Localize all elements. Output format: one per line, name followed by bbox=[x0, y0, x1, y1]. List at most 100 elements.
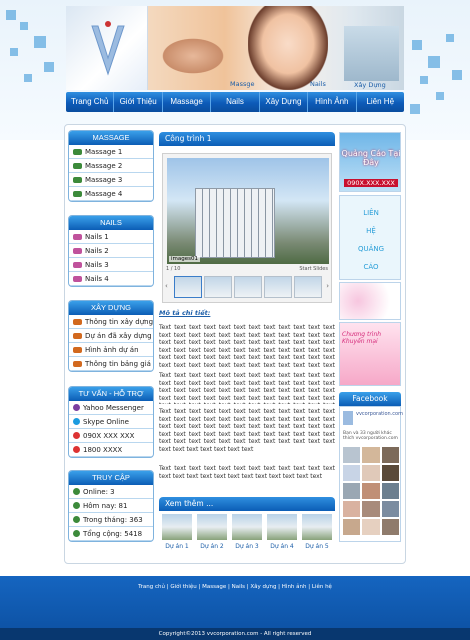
xay-dung-box: XÂY DỰNG Thông tin xây dựng Dự án đã xây… bbox=[68, 300, 154, 372]
detail-label: Mô tả chi tiết: bbox=[159, 309, 211, 317]
header-banner: Massge Nails Xây Dựng bbox=[148, 6, 404, 90]
project-image[interactable] bbox=[302, 514, 332, 540]
sidebar-item-thong-tin-bang-gia[interactable]: Thông tin bảng giá bbox=[69, 357, 153, 371]
sidebar-item-hinh-anh-du-an[interactable]: Hình ảnh dự án bbox=[69, 343, 153, 357]
fb-page-name[interactable]: vvcorporation.com bbox=[356, 411, 403, 417]
sidebar-item-nails-2[interactable]: Nails 2 bbox=[69, 244, 153, 258]
building-photo bbox=[195, 188, 275, 258]
thumbnail[interactable] bbox=[234, 276, 262, 298]
yahoo-icon bbox=[73, 404, 80, 411]
sidebar-item-massage-3[interactable]: Massage 3 bbox=[69, 173, 153, 187]
project-card[interactable]: Dự án 3 bbox=[231, 514, 263, 550]
sidebar-item-nails-3[interactable]: Nails 3 bbox=[69, 258, 153, 272]
nails-title: NAILS bbox=[69, 216, 153, 230]
avatar[interactable] bbox=[381, 501, 399, 517]
thumbnail-strip bbox=[167, 276, 329, 298]
sidebar-item-du-an-da-xay-dung[interactable]: Dự án đã xây dựng bbox=[69, 329, 153, 343]
nav-trang-chu[interactable]: Trang Chủ bbox=[66, 92, 115, 112]
description-paragraph: Text text text text text text text text … bbox=[159, 465, 335, 480]
avatar[interactable] bbox=[362, 519, 380, 535]
massage-title: MASSAGE bbox=[69, 131, 153, 145]
fb-likes-text: Bạn và 33 người khác thích vvcorporation… bbox=[343, 431, 398, 441]
caption-xay-dung: Xây Dựng bbox=[354, 81, 386, 89]
description-paragraph: Text text text text text text text text … bbox=[159, 324, 335, 370]
gallery-main-image[interactable]: images01 bbox=[167, 158, 329, 264]
ad-flowers[interactable] bbox=[339, 282, 401, 320]
ad1-title: Quảng Cáo Tại Đây bbox=[341, 149, 401, 167]
project-image[interactable] bbox=[197, 514, 227, 540]
image-gallery[interactable]: images01 1 / 10 Start Slides ‹ › bbox=[162, 153, 332, 303]
more-projects-title: Xem thêm ... bbox=[159, 497, 335, 511]
project-card[interactable]: Dự án 4 bbox=[266, 514, 298, 550]
yahoo-messenger-link[interactable]: Yahoo Messenger bbox=[69, 401, 153, 415]
project-card[interactable]: Dự án 2 bbox=[196, 514, 228, 550]
avatar[interactable] bbox=[381, 483, 399, 499]
project-image[interactable] bbox=[232, 514, 262, 540]
avatar[interactable] bbox=[362, 501, 380, 517]
ad-banner-2[interactable]: LIÊN HỆ QUẢNG CÁO bbox=[339, 195, 401, 280]
start-slides-button[interactable]: Start Slides bbox=[299, 266, 328, 272]
sidebar-item-massage-1[interactable]: Massage 1 bbox=[69, 145, 153, 159]
hotline-mobile[interactable]: 090X XXX XXX bbox=[69, 429, 153, 443]
construction-icon bbox=[73, 346, 82, 353]
project-card[interactable]: Dự án 5 bbox=[301, 514, 333, 550]
avatar[interactable] bbox=[362, 465, 380, 481]
nav-massage[interactable]: Massage bbox=[163, 92, 212, 112]
avatar[interactable] bbox=[343, 501, 361, 517]
users-icon bbox=[73, 530, 80, 537]
construction-icon bbox=[73, 360, 82, 367]
nav-nails[interactable]: Nails bbox=[211, 92, 260, 112]
massage-box: MASSAGE Massage 1 Massage 2 Massage 3 Ma… bbox=[68, 130, 154, 202]
ad2-line: LIÊN bbox=[363, 209, 379, 217]
ad-banner-1[interactable]: Quảng Cáo Tại Đây 090X.XXX.XXX bbox=[339, 132, 401, 192]
sidebar-item-massage-4[interactable]: Massage 4 bbox=[69, 187, 153, 201]
hotline-landline[interactable]: 1800 XXXX bbox=[69, 443, 153, 457]
avatar[interactable] bbox=[343, 483, 361, 499]
nav-xay-dung[interactable]: Xây Dựng bbox=[260, 92, 309, 112]
nail-polish-icon bbox=[73, 275, 82, 282]
thumbnail[interactable] bbox=[294, 276, 322, 298]
thumb-next-icon[interactable]: › bbox=[326, 282, 329, 290]
stats-title: TRUY CẬP bbox=[69, 471, 153, 485]
description-paragraph: Text text text text text text text text … bbox=[159, 408, 335, 453]
description-paragraph: Text text text text text text text text … bbox=[159, 372, 335, 404]
nav-gioi-thieu[interactable]: Giới Thiệu bbox=[114, 92, 163, 112]
nail-polish-icon bbox=[73, 247, 82, 254]
avatar[interactable] bbox=[362, 483, 380, 499]
sidebar-item-thong-tin-xay-dung[interactable]: Thông tin xây dựng bbox=[69, 315, 153, 329]
user-online-icon bbox=[73, 488, 80, 495]
nav-lien-he[interactable]: Liên Hệ bbox=[357, 92, 404, 112]
avatar[interactable] bbox=[343, 519, 361, 535]
phone-icon bbox=[73, 446, 80, 453]
avatar[interactable] bbox=[381, 447, 399, 463]
stat-month: Trong tháng: 363 bbox=[69, 513, 153, 527]
phone-icon bbox=[73, 432, 80, 439]
project-image[interactable] bbox=[267, 514, 297, 540]
sidebar-item-massage-2[interactable]: Massage 2 bbox=[69, 159, 153, 173]
avatar[interactable] bbox=[343, 447, 361, 463]
main-nav: Trang Chủ Giới Thiệu Massage Nails Xây D… bbox=[66, 92, 404, 112]
nav-hinh-anh[interactable]: Hình Ảnh bbox=[308, 92, 357, 112]
stat-online: Online: 3 bbox=[69, 485, 153, 499]
sidebar-item-nails-4[interactable]: Nails 4 bbox=[69, 272, 153, 286]
thumbnail[interactable] bbox=[174, 276, 202, 298]
construction-photo bbox=[344, 26, 399, 81]
site-header: Massge Nails Xây Dựng bbox=[66, 6, 404, 90]
thumbnail[interactable] bbox=[204, 276, 232, 298]
sidebar-item-nails-1[interactable]: Nails 1 bbox=[69, 230, 153, 244]
avatar[interactable] bbox=[381, 465, 399, 481]
project-image[interactable] bbox=[162, 514, 192, 540]
support-title: TƯ VẤN - HỖ TRỢ bbox=[69, 387, 153, 401]
project-card[interactable]: Dự án 1 bbox=[161, 514, 193, 550]
avatar[interactable] bbox=[381, 519, 399, 535]
thumbnail[interactable] bbox=[264, 276, 292, 298]
copyright: Copyright©2013 vvcorporation.com - All r… bbox=[0, 628, 470, 640]
footer-links[interactable]: Trang chủ | Giới thiệu | Massage | Nails… bbox=[0, 584, 470, 590]
skype-link[interactable]: Skype Online bbox=[69, 415, 153, 429]
avatar[interactable] bbox=[343, 465, 361, 481]
facebook-widget[interactable]: vvcorporation.com Bạn và 33 người khác t… bbox=[339, 406, 403, 542]
nail-polish-icon bbox=[73, 261, 82, 268]
ad-promotion[interactable]: Chương trình Khuyến mại bbox=[339, 322, 401, 386]
logo[interactable] bbox=[66, 6, 148, 90]
avatar[interactable] bbox=[362, 447, 380, 463]
